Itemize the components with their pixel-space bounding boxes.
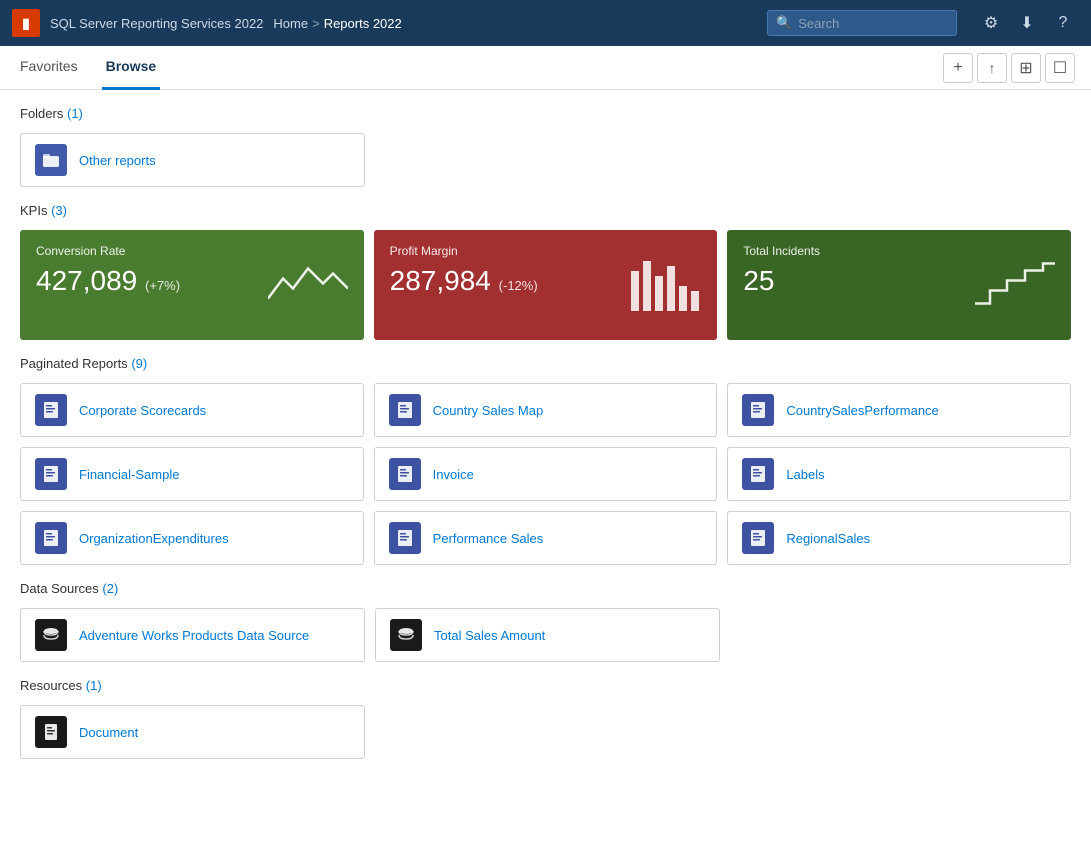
report-icon: [742, 522, 774, 554]
list-item[interactable]: OrganizationExpenditures: [20, 511, 364, 565]
datasource-icon: [35, 619, 67, 651]
list-item[interactable]: Invoice: [374, 447, 718, 501]
app-logo: ▮: [12, 9, 40, 37]
datasources-header: Data Sources (2): [20, 581, 1071, 596]
kpi-chart-bar: [631, 256, 701, 314]
report-icon: [389, 522, 421, 554]
folders-header: Folders (1): [20, 106, 1071, 121]
resources-header: Resources (1): [20, 678, 1071, 693]
app-header: ▮ SQL Server Reporting Services 2022 Hom…: [0, 0, 1091, 46]
report-label: Financial-Sample: [79, 467, 179, 482]
kpi-card-profit[interactable]: Profit Margin 287,984 (-12%): [374, 230, 718, 340]
list-item[interactable]: Adventure Works Products Data Source: [20, 608, 365, 662]
download-icon[interactable]: ⬇: [1011, 7, 1043, 39]
kpi-card-conversion[interactable]: Conversion Rate 427,089 (+7%): [20, 230, 364, 340]
search-icon: 🔍: [776, 15, 792, 31]
list-item[interactable]: Country Sales Map: [374, 383, 718, 437]
header-actions: ⚙ ⬇ ?: [975, 7, 1079, 39]
datasource-icon: [390, 619, 422, 651]
report-icon: [389, 458, 421, 490]
report-label: Labels: [786, 467, 824, 482]
paginated-reports-header: Paginated Reports (9): [20, 356, 1071, 371]
list-item[interactable]: RegionalSales: [727, 511, 1071, 565]
kpi-chart-line: [268, 259, 348, 312]
list-item[interactable]: CountrySalesPerformance: [727, 383, 1071, 437]
breadcrumb-separator: >: [312, 16, 320, 31]
report-label: CountrySalesPerformance: [786, 403, 938, 418]
search-bar[interactable]: 🔍: [767, 10, 957, 36]
list-item[interactable]: Other reports: [20, 133, 365, 187]
list-item[interactable]: Total Sales Amount: [375, 608, 720, 662]
detail-view-button[interactable]: ☐: [1045, 53, 1075, 83]
resource-icon: [35, 716, 67, 748]
list-item[interactable]: Corporate Scorecards: [20, 383, 364, 437]
folder-icon: [35, 144, 67, 176]
resource-label: Document: [79, 725, 138, 740]
tile-view-button[interactable]: ⊞: [1011, 53, 1041, 83]
kpis-header: KPIs (3): [20, 203, 1071, 218]
report-label: RegionalSales: [786, 531, 870, 546]
breadcrumb: Home > Reports 2022: [273, 16, 401, 31]
help-icon[interactable]: ?: [1047, 7, 1079, 39]
new-button[interactable]: +: [943, 53, 973, 83]
kpi-chart-step: [975, 259, 1055, 312]
kpi-card-incidents[interactable]: Total Incidents 25: [727, 230, 1071, 340]
report-label: OrganizationExpenditures: [79, 531, 229, 546]
nav-actions: + ↑ ⊞ ☐: [943, 53, 1075, 83]
list-item[interactable]: Financial-Sample: [20, 447, 364, 501]
search-input[interactable]: [798, 16, 948, 31]
nav-bar: Favorites Browse + ↑ ⊞ ☐: [0, 46, 1091, 90]
report-icon: [389, 394, 421, 426]
report-icon: [35, 522, 67, 554]
tab-favorites[interactable]: Favorites: [16, 46, 82, 90]
kpi-title: Total Incidents: [743, 244, 1055, 258]
list-item[interactable]: Labels: [727, 447, 1071, 501]
resources-grid: Document: [20, 705, 1071, 759]
report-label: Performance Sales: [433, 531, 544, 546]
paginated-reports-grid: Corporate Scorecards Country Sales Map: [20, 383, 1071, 565]
settings-icon[interactable]: ⚙: [975, 7, 1007, 39]
folders-grid: Other reports: [20, 133, 1071, 187]
datasource-label: Adventure Works Products Data Source: [79, 628, 309, 643]
main-content: Folders (1) Other reports KPIs (3) Conve…: [0, 90, 1091, 863]
report-icon: [742, 394, 774, 426]
list-item[interactable]: Performance Sales: [374, 511, 718, 565]
tab-browse[interactable]: Browse: [102, 46, 161, 90]
report-label: Invoice: [433, 467, 474, 482]
datasources-grid: Adventure Works Products Data Source Tot…: [20, 608, 1071, 662]
kpis-grid: Conversion Rate 427,089 (+7%) Profit Mar…: [20, 230, 1071, 340]
report-label: Corporate Scorecards: [79, 403, 206, 418]
app-title: SQL Server Reporting Services 2022: [50, 16, 263, 31]
report-icon: [35, 458, 67, 490]
datasource-label: Total Sales Amount: [434, 628, 545, 643]
breadcrumb-current: Reports 2022: [324, 16, 402, 31]
folder-label: Other reports: [79, 153, 156, 168]
breadcrumb-home[interactable]: Home: [273, 16, 308, 31]
report-icon: [35, 394, 67, 426]
report-icon: [742, 458, 774, 490]
report-label: Country Sales Map: [433, 403, 544, 418]
kpi-title: Conversion Rate: [36, 244, 348, 258]
list-item[interactable]: Document: [20, 705, 365, 759]
upload-button[interactable]: ↑: [977, 53, 1007, 83]
